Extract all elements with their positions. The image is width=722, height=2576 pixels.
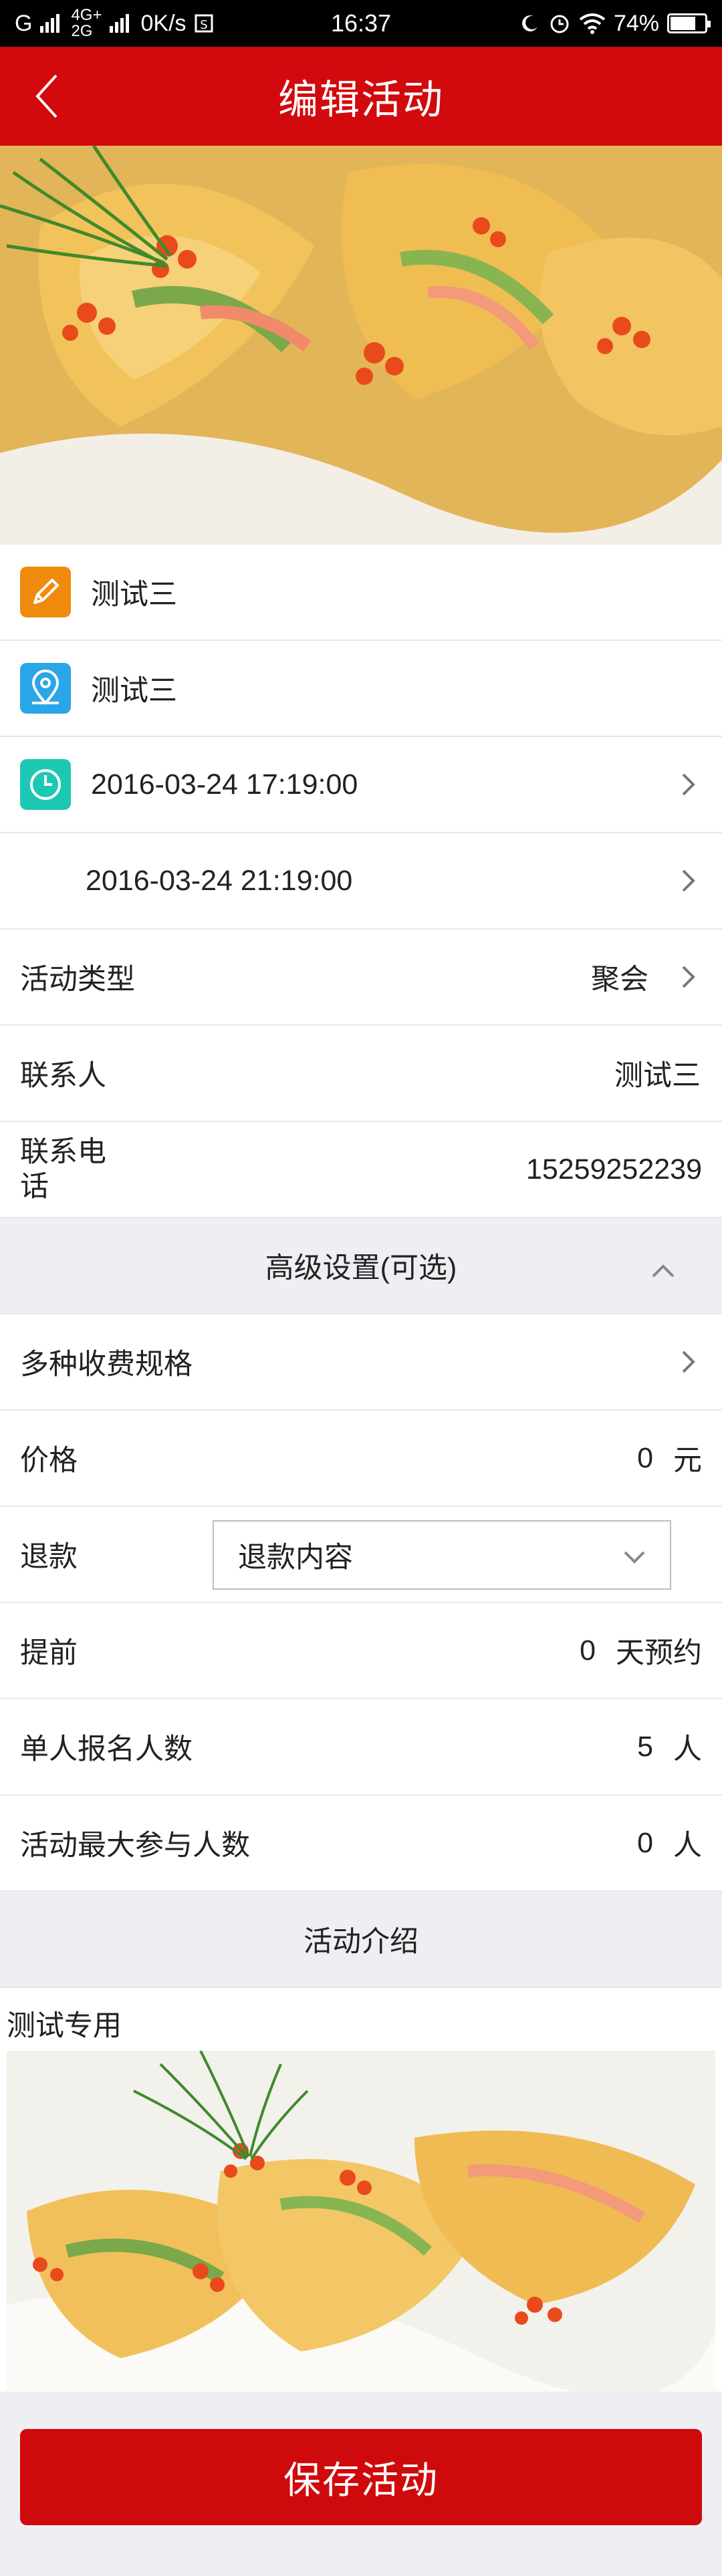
pen-glyph [33,579,59,604]
refund-select-value: 退款内容 [238,1542,353,1574]
back-button[interactable] [20,69,74,123]
phone-value: 15259252239 [525,1153,702,1185]
moon-icon [522,15,537,31]
end-time-value: 2016-03-24 21:19:00 [86,864,353,897]
nav-bar: 编辑活动 [0,47,722,146]
battery-icon [667,13,711,33]
battery-fill [671,17,695,30]
advance-unit: 天预约 [616,1637,702,1669]
event-location-value: 测试三 [91,675,177,707]
battery-percent: 74% [613,10,659,36]
advance-label: 提前 [20,1637,78,1669]
clock-icon [20,759,71,810]
network-bottom: 2G [71,22,93,40]
price-input[interactable]: 0 [637,1442,653,1475]
event-location-row[interactable]: 测试三 [0,641,722,737]
contact-label: 联系人 [20,1060,106,1092]
bottom-bar: 保存活动 [0,2392,722,2569]
multi-fee-label: 多种收费规格 [20,1348,193,1381]
per-person-label: 单人报名人数 [20,1733,193,1765]
price-unit: 元 [673,1445,702,1477]
carrier-label: G [15,10,33,36]
end-time-row[interactable]: 2016-03-24 21:19:00 [0,833,722,929]
save-event-button[interactable]: 保存活动 [20,2429,702,2525]
advance-booking-row[interactable]: 提前 0 天预约 [0,1603,722,1699]
advance-input[interactable]: 0 [580,1634,596,1667]
status-bar: G 4G+ 2G 0K/s S 16:37 74% [0,0,722,47]
advanced-settings-title: 高级设置(可选) [265,1252,457,1284]
multi-fee-row[interactable]: 多种收费规格 [0,1314,722,1411]
event-form: 测试三 测试三 2016-03-24 17:19:00 2016-03-24 2… [0,545,722,1218]
per-person-unit: 人 [673,1733,702,1765]
intro-title: 活动介绍 [304,1926,418,1958]
phone-label: 联系电话 [20,1136,106,1203]
advanced-settings: 多种收费规格 价格 0 元 退款 退款内容 提前 0 天预约 单人报名人数 5 … [0,1314,722,1892]
svg-text:S: S [200,18,207,32]
start-time-value: 2016-03-24 17:19:00 [91,768,358,801]
price-label: 价格 [20,1445,78,1477]
signal-icon [40,14,60,33]
max-participants-input[interactable]: 0 [637,1827,653,1860]
price-row[interactable]: 价格 0 元 [0,1411,722,1507]
pen-icon [20,567,71,617]
event-type-label: 活动类型 [20,964,135,996]
max-participants-row[interactable]: 活动最大参与人数 0 人 [0,1796,722,1892]
refund-label: 退款 [20,1541,78,1573]
event-name-value: 测试三 [91,579,177,611]
event-name-row[interactable]: 测试三 [0,545,722,641]
sync-icon: S [195,14,213,33]
status-left: G 4G+ 2G 0K/s S [15,7,213,39]
map-pin-icon [20,663,71,714]
contact-value: 测试三 [614,1060,701,1092]
alarm-icon [550,15,569,33]
advanced-settings-toggle[interactable]: 高级设置(可选) [0,1218,722,1314]
per-person-input[interactable]: 5 [637,1731,653,1763]
network-speed: 0K/s [140,10,187,36]
intro-text[interactable]: 测试专用 [0,1988,722,2051]
chevron-right-icon [675,771,702,798]
clock-glyph [30,769,61,800]
wifi-icon [579,13,606,34]
network-type: 4G+ 2G [71,7,102,39]
pin-glyph [31,670,59,705]
phone-row[interactable]: 联系电话 15259252239 [0,1122,722,1218]
signal-icon-2 [110,14,130,33]
max-participants-unit: 人 [673,1830,702,1862]
contact-row[interactable]: 联系人 测试三 [0,1026,722,1122]
network-top: 4G+ [71,6,102,24]
food-illustration [0,146,722,545]
intro-header: 活动介绍 [0,1892,722,1988]
chevron-right-icon [675,964,702,990]
status-right: 74% [520,10,711,37]
food-illustration-small [0,2051,722,2392]
chevron-right-icon [675,867,702,894]
chevron-up-icon [651,1253,675,1286]
event-type-row[interactable]: 活动类型 聚会 [0,929,722,1026]
start-time-row[interactable]: 2016-03-24 17:19:00 [0,737,722,833]
chevron-left-icon [35,74,57,118]
refund-row: 退款 退款内容 [0,1507,722,1603]
event-type-value: 聚会 [591,964,648,996]
intro-image[interactable] [0,2051,722,2392]
page-title: 编辑活动 [278,77,444,122]
chevron-down-icon [623,1539,646,1572]
max-participants-label: 活动最大参与人数 [20,1830,250,1862]
chevron-right-icon [675,1348,702,1375]
refund-select[interactable]: 退款内容 [213,1520,671,1590]
per-person-row[interactable]: 单人报名人数 5 人 [0,1699,722,1796]
cover-image[interactable] [0,146,722,545]
